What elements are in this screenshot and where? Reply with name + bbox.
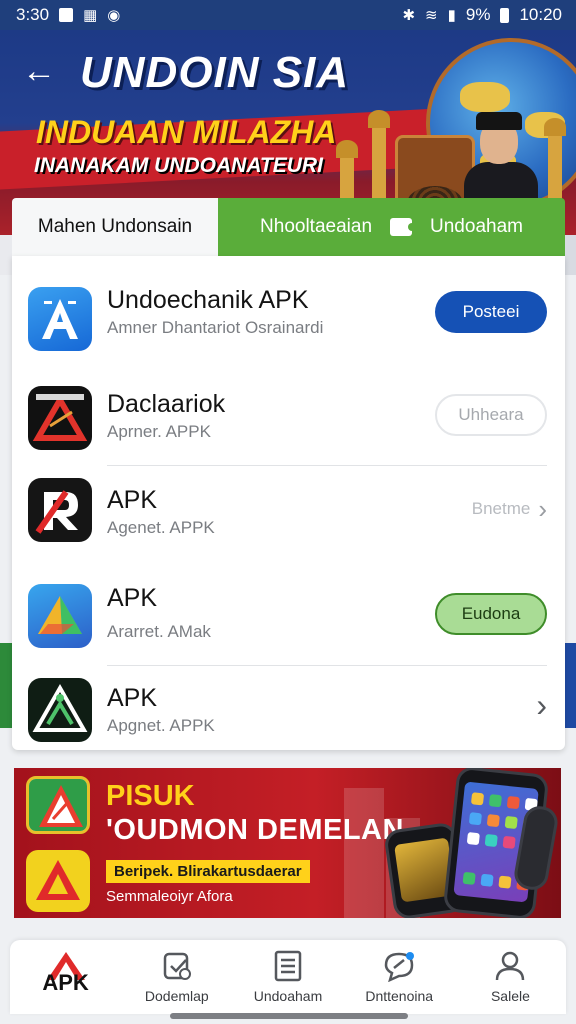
back-arrow-icon[interactable]: ← bbox=[22, 54, 58, 90]
app-grid-icon bbox=[468, 812, 483, 826]
tab-secondary-label: Undoaham bbox=[430, 216, 523, 237]
nav-label: Dodemlap bbox=[144, 988, 209, 1004]
more-chevron[interactable]: › bbox=[517, 684, 547, 726]
wifi-icon: ≋ bbox=[425, 7, 438, 24]
promo-app-icon bbox=[26, 776, 90, 834]
list-item[interactable]: APK Apgnet. APPK › bbox=[12, 666, 565, 750]
person-icon bbox=[493, 950, 527, 982]
list-item[interactable]: Undoechanik APK Amner Dhantariot Osraina… bbox=[12, 256, 565, 366]
promo-headline: 'OUDMON DEMELAN bbox=[106, 814, 404, 846]
update-button[interactable]: Eudona bbox=[435, 593, 547, 635]
home-indicator[interactable] bbox=[170, 1013, 408, 1019]
tab-mahen-undonsain[interactable]: Mahen Undonsain bbox=[12, 198, 218, 256]
app-subtitle: Apgnet. APPK bbox=[107, 716, 215, 735]
signal-icon: ▮ bbox=[447, 7, 456, 24]
nav-label: Undoaham bbox=[253, 988, 323, 1004]
app-grid-icon bbox=[484, 833, 498, 848]
nav-item-dnttenoina[interactable]: Dnttenoina bbox=[344, 940, 455, 1014]
chevron-right-icon: › bbox=[538, 493, 547, 524]
status-clock: 10:20 bbox=[519, 5, 562, 24]
list-item[interactable]: APK Agenet. APPK Bnetme › bbox=[12, 466, 565, 566]
install-button[interactable]: Posteei bbox=[435, 291, 547, 333]
nav-item-salele[interactable]: Salele bbox=[455, 940, 566, 1014]
list-item[interactable]: Daclaariok Aprner. APPK Uhheara bbox=[12, 366, 565, 466]
hero-subtitle: INDUAAN MILAZHA bbox=[36, 114, 337, 150]
details-link[interactable]: Bnetme › bbox=[435, 488, 547, 530]
app-subtitle: Aprner. APPK bbox=[107, 422, 211, 441]
promo-apk-icon bbox=[26, 850, 90, 912]
nav-label: Dnttenoina bbox=[365, 988, 434, 1004]
battery-icon bbox=[500, 7, 510, 23]
hero-title: UNDOIN SIA bbox=[80, 48, 350, 97]
app-grid-icon bbox=[502, 835, 516, 849]
battery-percent: 9% bbox=[465, 5, 491, 24]
bottom-navigation: APK Dodemlap Undoaham Dnttenoina Salele bbox=[10, 940, 566, 1014]
app-grid-icon bbox=[504, 815, 518, 830]
nav-item-dodemlap[interactable]: Dodemlap bbox=[121, 940, 232, 1014]
video-icon bbox=[390, 218, 417, 236]
globe-land bbox=[460, 82, 510, 112]
red-triangle-dark-icon bbox=[28, 386, 92, 450]
tab-label: Nhooltaeaian bbox=[260, 216, 373, 237]
promo-title: PISUK bbox=[106, 780, 195, 812]
app-name: Undoechanik APK bbox=[107, 286, 309, 314]
tab-nhooltaeaian[interactable]: Nhooltaeaian Undoaham bbox=[218, 198, 565, 256]
status-bar: 3:30 ▦ ◉ ✱ ≋ ▮ 9% 10:20 bbox=[0, 0, 576, 30]
nav-label-apk: APK bbox=[42, 970, 89, 995]
status-right: ✱ ≋ ▮ 9% 10:20 bbox=[402, 5, 562, 25]
app-name: APK bbox=[107, 584, 158, 612]
details-label: Bnetme bbox=[471, 499, 531, 518]
red-r-letter-icon bbox=[28, 478, 92, 542]
app-screen: 3:30 ▦ ◉ ✱ ≋ ▮ 9% 10:20 ← UNDOIN SIA IND… bbox=[0, 0, 576, 1024]
nav-item-undoaham[interactable]: Undoaham bbox=[232, 940, 343, 1014]
app-grid-icon bbox=[486, 814, 500, 828]
status-left: 3:30 ▦ ◉ bbox=[16, 5, 120, 25]
app-grid-icon bbox=[466, 832, 480, 846]
app-subtitle: Ararret. AMak bbox=[107, 622, 211, 641]
chat-bubble-icon bbox=[382, 950, 416, 983]
messenger-notification-icon: ◉ bbox=[107, 7, 121, 24]
app-subtitle: Amner Dhantariot Osrainardi bbox=[107, 318, 324, 337]
tab-label: Mahen Undonsain bbox=[37, 216, 193, 237]
app-list-card: Undoechanik APK Amner Dhantariot Osraina… bbox=[12, 256, 565, 750]
status-time: 3:30 bbox=[16, 5, 50, 24]
app-grid-icon bbox=[506, 795, 520, 810]
app-subtitle: Agenet. APPK bbox=[107, 518, 215, 537]
hero-tagline: INANAKAM UNDOANATEURI bbox=[34, 154, 323, 177]
blue-triangle-icon bbox=[28, 584, 92, 648]
app-grid-icon bbox=[480, 873, 494, 887]
app-grid-icon bbox=[488, 794, 503, 808]
gallery-notification-icon bbox=[59, 8, 74, 22]
list-document-icon bbox=[271, 950, 305, 982]
app-name: Daclaariok bbox=[107, 390, 226, 418]
grid-notification-icon: ▦ bbox=[83, 7, 98, 24]
building-shape bbox=[344, 788, 384, 918]
list-item[interactable]: APK Ararret. AMak Eudona bbox=[12, 566, 565, 666]
person-cap bbox=[476, 112, 522, 130]
promo-banner[interactable]: PISUK 'OUDMON DEMELAN Beripek. Blirakart… bbox=[14, 768, 561, 918]
app-name: APK bbox=[107, 684, 158, 712]
app-grid-icon bbox=[470, 792, 485, 806]
nav-item-apk[interactable]: APK bbox=[10, 940, 121, 1014]
clipboard-icon bbox=[160, 950, 194, 982]
promo-footer: Semmaleoiyr Afora bbox=[106, 888, 233, 905]
app-name: APK bbox=[107, 486, 158, 514]
promo-tag: Beripek. Blirakartusdaerar bbox=[106, 860, 310, 883]
open-button[interactable]: Uhheara bbox=[435, 394, 547, 436]
nav-label: Salele bbox=[490, 988, 530, 1004]
bluetooth-icon: ✱ bbox=[402, 7, 416, 24]
chevron-right-icon: › bbox=[536, 686, 547, 723]
green-triangle-dark-icon bbox=[28, 678, 92, 742]
app-grid-icon bbox=[462, 871, 476, 885]
category-tabs: Mahen Undonsain Nhooltaeaian Undoaham bbox=[12, 198, 565, 256]
app-grid-icon bbox=[498, 875, 512, 889]
letter-a-blue-icon bbox=[28, 287, 92, 351]
